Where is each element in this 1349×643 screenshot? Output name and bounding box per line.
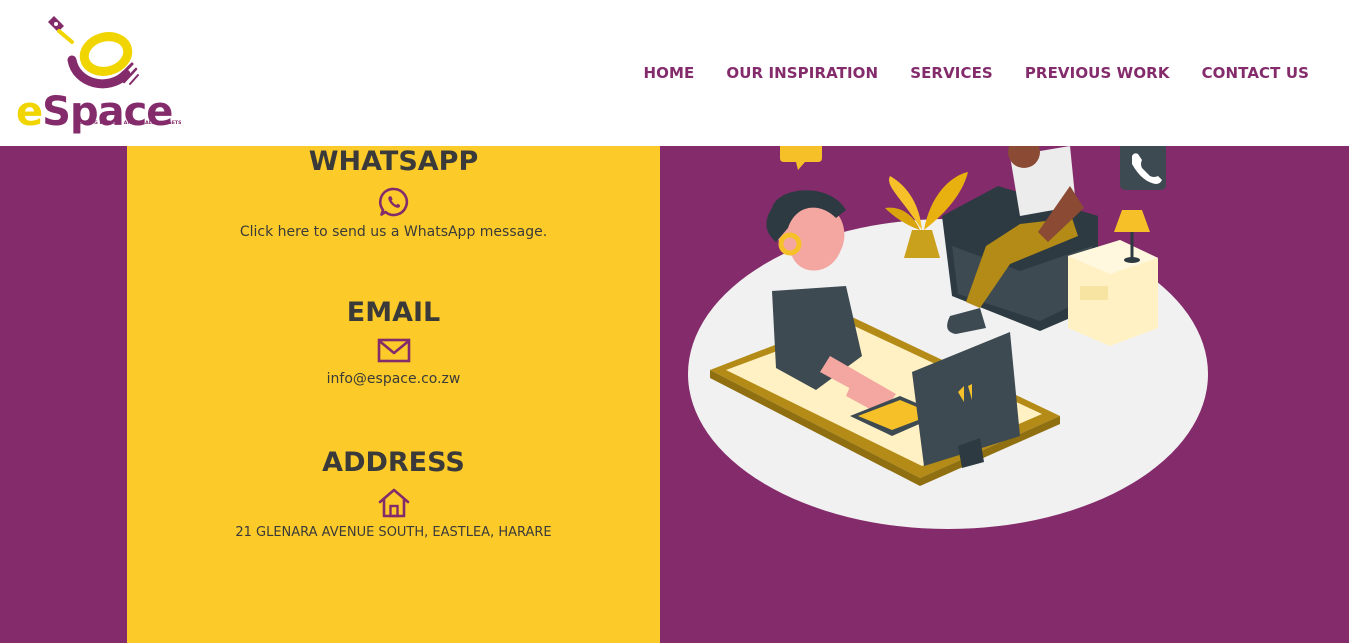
address-block: ADDRESS 21 GLENARA AVENUE SOUTH, EASTLEA… — [127, 447, 660, 540]
site-header: eSpace FOR BIG DREAMS AND SMALL BUDGETS … — [0, 0, 1349, 146]
nav-our-inspiration[interactable]: OUR INSPIRATION — [726, 64, 878, 82]
address-text: 21 GLENARA AVENUE SOUTH, EASTLEA, HARARE — [235, 525, 552, 540]
nav-services[interactable]: SERVICES — [910, 64, 993, 82]
email-heading: EMAIL — [346, 297, 441, 328]
whatsapp-icon[interactable] — [378, 186, 410, 218]
customer-support-illustration — [688, 146, 1208, 529]
address-heading: ADDRESS — [322, 447, 465, 478]
nav-contact-us[interactable]: CONTACT US — [1202, 64, 1309, 82]
email-block: EMAIL info@espace.co.zw — [127, 297, 660, 387]
nav-home[interactable]: HOME — [643, 64, 694, 82]
nav-previous-work[interactable]: PREVIOUS WORK — [1025, 64, 1170, 82]
envelope-icon[interactable] — [377, 337, 411, 365]
main-nav: HOME OUR INSPIRATION SERVICES PREVIOUS W… — [643, 64, 1309, 82]
brand-wordmark: eSpace — [16, 89, 173, 135]
whatsapp-heading: WHATSAPP — [308, 146, 479, 177]
email-address[interactable]: info@espace.co.zw — [127, 371, 660, 387]
brand-logo[interactable]: eSpace FOR BIG DREAMS AND SMALL BUDGETS — [14, 12, 184, 136]
contact-panel: WHATSAPP Click here to send us a WhatsAp… — [127, 146, 660, 643]
whatsapp-block: WHATSAPP Click here to send us a WhatsAp… — [127, 146, 660, 240]
house-icon — [378, 488, 409, 518]
brand-tagline: FOR BIG DREAMS AND SMALL BUDGETS — [76, 121, 182, 126]
whatsapp-link[interactable]: Click here to send us a WhatsApp message… — [127, 224, 660, 240]
